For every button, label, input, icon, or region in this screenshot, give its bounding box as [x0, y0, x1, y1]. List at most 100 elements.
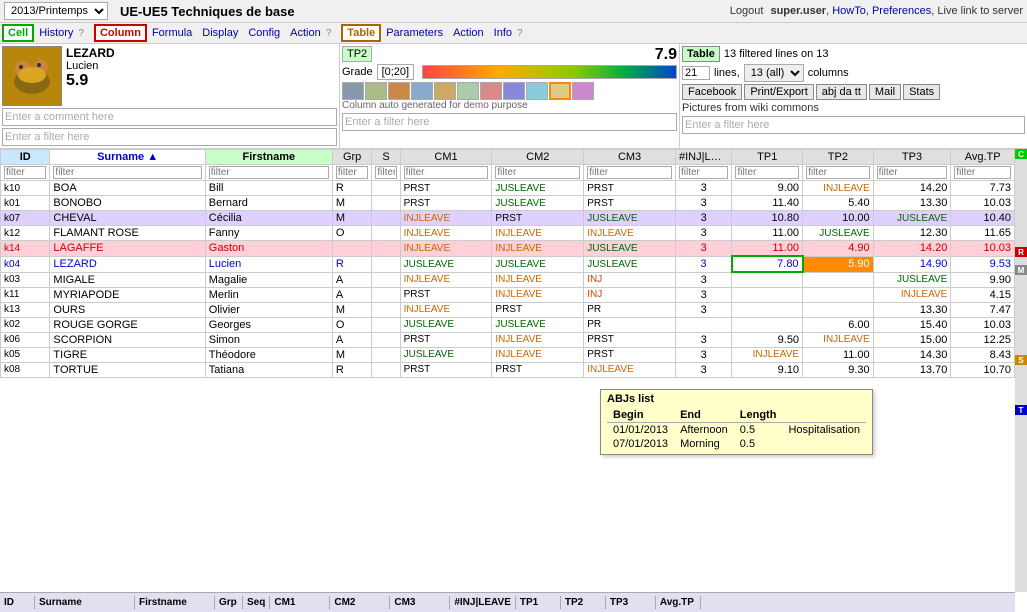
- table-cell[interactable]: 10.80: [732, 211, 803, 226]
- table-cell[interactable]: 11.00: [732, 241, 803, 257]
- table-cell[interactable]: 5.40: [803, 196, 874, 211]
- table-row[interactable]: k14LAGAFFEGastonINJLEAVEINJLEAVEJUSLEAVE…: [1, 241, 1015, 257]
- table-cell[interactable]: 3: [675, 362, 731, 377]
- table-cell[interactable]: k14: [1, 241, 50, 257]
- table-cell[interactable]: 5.90: [803, 256, 874, 272]
- table-cell[interactable]: M: [332, 211, 372, 226]
- table-cell[interactable]: JUSLEAVE: [584, 241, 676, 257]
- scroll-r-indicator[interactable]: R: [1015, 247, 1027, 257]
- table-cell[interactable]: INJLEAVE: [400, 211, 492, 226]
- scroll-c-indicator[interactable]: C: [1015, 149, 1027, 159]
- table-cell[interactable]: 3: [675, 272, 731, 287]
- stats-button[interactable]: Stats: [903, 84, 940, 100]
- table-cell[interactable]: Théodore: [205, 347, 332, 362]
- filter-s-input[interactable]: [375, 166, 396, 179]
- table-cell[interactable]: 10.00: [803, 211, 874, 226]
- table-cell[interactable]: LEZARD: [50, 256, 205, 272]
- table-cell[interactable]: TORTUE: [50, 362, 205, 377]
- table-cell[interactable]: k03: [1, 272, 50, 287]
- table-cell[interactable]: JUSLEAVE: [584, 256, 676, 272]
- table-cell[interactable]: 3: [675, 332, 731, 347]
- table-cell[interactable]: INJLEAVE: [492, 272, 584, 287]
- table-cell[interactable]: INJLEAVE: [400, 241, 492, 257]
- table-cell[interactable]: INJLEAVE: [400, 302, 492, 317]
- table-cell[interactable]: INJLEAVE: [400, 226, 492, 241]
- table-cell[interactable]: [732, 287, 803, 302]
- table-cell[interactable]: CHEVAL: [50, 211, 205, 226]
- action2-menu-item[interactable]: Action: [448, 26, 489, 40]
- table-cell[interactable]: PRST: [400, 332, 492, 347]
- th-surname[interactable]: Surname ▲: [50, 150, 205, 165]
- table-cell[interactable]: MYRIAPODE: [50, 287, 205, 302]
- table-cell[interactable]: PRST: [584, 196, 676, 211]
- print-button[interactable]: Print/Export: [744, 84, 813, 100]
- table-cell[interactable]: INJLEAVE: [584, 226, 676, 241]
- table-cell[interactable]: 10.40: [951, 211, 1015, 226]
- table-cell[interactable]: M: [332, 196, 372, 211]
- table-cell[interactable]: 11.40: [732, 196, 803, 211]
- filter-cm3-input[interactable]: [587, 166, 672, 179]
- table-row[interactable]: k07CHEVALCéciliaMINJLEAVEPRSTJUSLEAVE310…: [1, 211, 1015, 226]
- table-cell[interactable]: 9.53: [951, 256, 1015, 272]
- table-cell[interactable]: INJ: [584, 272, 676, 287]
- column-button[interactable]: Column: [94, 24, 147, 42]
- table-row[interactable]: k11MYRIAPODEMerlinAPRSTINJLEAVEINJ3INJLE…: [1, 287, 1015, 302]
- table-cell[interactable]: PRST: [584, 181, 676, 196]
- table-cell[interactable]: M: [332, 347, 372, 362]
- table-cell[interactable]: BONOBO: [50, 196, 205, 211]
- table-cell[interactable]: PRST: [400, 181, 492, 196]
- table-cell[interactable]: 13.30: [873, 196, 951, 211]
- table-cell[interactable]: 13.70: [873, 362, 951, 377]
- table-row[interactable]: k08TORTUETatianaRPRSTPRSTINJLEAVE39.109.…: [1, 362, 1015, 377]
- filter-cm1-input[interactable]: [404, 166, 489, 179]
- table-cell[interactable]: R: [332, 362, 372, 377]
- table-cell[interactable]: INJLEAVE: [492, 332, 584, 347]
- table-cell[interactable]: 3: [675, 226, 731, 241]
- table-cell[interactable]: Olivier: [205, 302, 332, 317]
- table-cell[interactable]: PR: [584, 302, 676, 317]
- table-cell[interactable]: k13: [1, 302, 50, 317]
- table-cell[interactable]: 3: [675, 287, 731, 302]
- table-cell[interactable]: 7.47: [951, 302, 1015, 317]
- table-row[interactable]: k04LEZARDLucienRJUSLEAVEJUSLEAVEJUSLEAVE…: [1, 256, 1015, 272]
- table-cell[interactable]: FLAMANT ROSE: [50, 226, 205, 241]
- filter-firstname-input[interactable]: [209, 166, 329, 179]
- table-cell[interactable]: [372, 362, 400, 377]
- table-cell[interactable]: 14.30: [873, 347, 951, 362]
- table-cell[interactable]: A: [332, 332, 372, 347]
- table-cell[interactable]: PRST: [400, 287, 492, 302]
- table-cell[interactable]: [372, 196, 400, 211]
- help3-icon[interactable]: ?: [517, 28, 523, 39]
- lines-num-input[interactable]: [682, 66, 710, 80]
- table-cell[interactable]: Bernard: [205, 196, 332, 211]
- table-row[interactable]: k03MIGALEMagalieAINJLEAVEINJLEAVEINJ3JUS…: [1, 272, 1015, 287]
- table-row[interactable]: k06SCORPIONSimonAPRSTINJLEAVEPRST39.50IN…: [1, 332, 1015, 347]
- table-cell[interactable]: PRST: [400, 362, 492, 377]
- table-cell[interactable]: MIGALE: [50, 272, 205, 287]
- table-row[interactable]: k13OURSOlivierMINJLEAVEPRSTPR313.307.47: [1, 302, 1015, 317]
- table-cell[interactable]: k01: [1, 196, 50, 211]
- table-cell[interactable]: PRST: [584, 347, 676, 362]
- cell-button[interactable]: Cell: [2, 24, 34, 42]
- table-cell[interactable]: INJ: [584, 287, 676, 302]
- config-menu-item[interactable]: Config: [243, 26, 285, 40]
- table-cell[interactable]: [803, 302, 874, 317]
- table-cell[interactable]: [803, 287, 874, 302]
- table-cell[interactable]: [372, 347, 400, 362]
- table-cell[interactable]: JUSLEAVE: [584, 211, 676, 226]
- table-cell[interactable]: TIGRE: [50, 347, 205, 362]
- table-cell[interactable]: [803, 272, 874, 287]
- table-cell[interactable]: 3: [675, 196, 731, 211]
- table-cell[interactable]: [675, 317, 731, 332]
- filter-box-right[interactable]: Enter a filter here: [682, 116, 1025, 134]
- table-cell[interactable]: [372, 241, 400, 257]
- table-button[interactable]: Table: [341, 24, 381, 42]
- table-cell[interactable]: INJLEAVE: [803, 332, 874, 347]
- filter-tp1-input[interactable]: [735, 166, 799, 179]
- table-cell[interactable]: [372, 211, 400, 226]
- table-scroll[interactable]: ID Surname ▲ Firstname Grp S CM1 CM2 CM3…: [0, 149, 1015, 612]
- table-row[interactable]: k01BONOBOBernardMPRSTJUSLEAVEPRST311.405…: [1, 196, 1015, 211]
- table-cell[interactable]: [732, 317, 803, 332]
- table-row[interactable]: k10BOABillRPRSTJUSLEAVEPRST39.00INJLEAVE…: [1, 181, 1015, 196]
- season-selector[interactable]: 2013/Printemps: [4, 2, 108, 20]
